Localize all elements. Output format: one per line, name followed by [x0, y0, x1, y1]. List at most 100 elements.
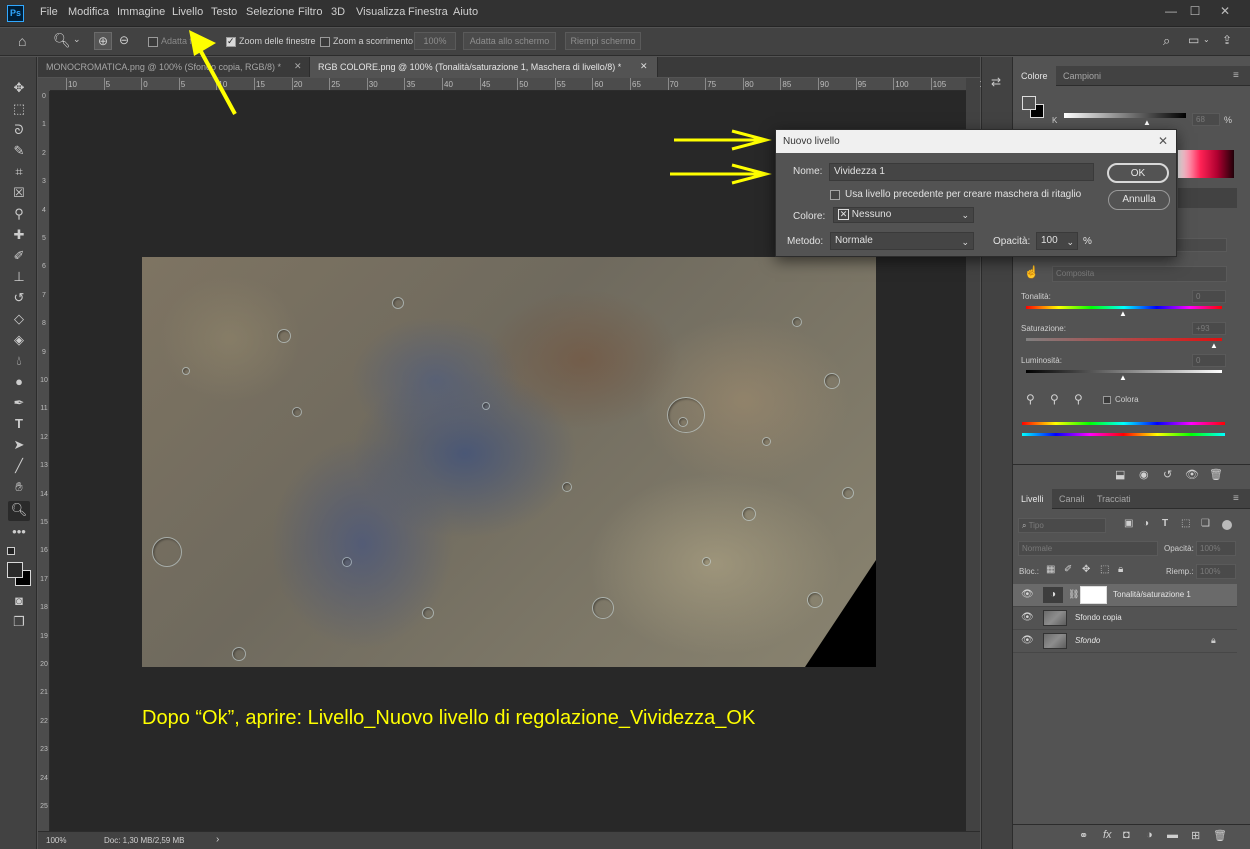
eyedropper-icon[interactable]: ⚲ — [1026, 392, 1035, 406]
filter-type-icon[interactable]: T — [1162, 518, 1168, 529]
lock-position-icon[interactable]: ✥ — [1082, 564, 1090, 575]
fill-screen-button[interactable]: Riempi schermo — [565, 32, 641, 50]
brush-tool-icon[interactable]: ✐ — [10, 247, 28, 265]
add-mask-icon[interactable]: ◘ — [1123, 829, 1130, 841]
link-layers-icon[interactable]: ⚭ — [1079, 829, 1088, 842]
lock-artboard-icon[interactable]: ⬚ — [1100, 564, 1109, 575]
tab-tracciati[interactable]: Tracciati — [1089, 489, 1139, 509]
tab-livelli[interactable]: Livelli — [1013, 489, 1052, 509]
zoom-100-button[interactable]: 100% — [414, 32, 456, 50]
more-tools-icon[interactable]: ••• — [10, 523, 28, 541]
layer-mask-thumbnail[interactable] — [1080, 586, 1107, 604]
layer-filter-select[interactable]: ⌕ Tipo — [1018, 518, 1106, 533]
clip-to-layer-icon[interactable]: ⬓ — [1115, 468, 1125, 481]
status-chevron-icon[interactable]: › — [216, 834, 219, 845]
layer-name[interactable]: Tonalità/saturazione 1 — [1113, 590, 1191, 599]
line-tool-icon[interactable]: ╱ — [10, 457, 28, 475]
filter-toggle[interactable] — [1222, 520, 1232, 530]
screen-mode-icon[interactable]: ❐ — [10, 613, 28, 631]
eye-icon[interactable]: 👁︎ — [1021, 635, 1034, 646]
lightness-slider-handle[interactable]: ▲ — [1119, 373, 1127, 382]
filter-shape-icon[interactable]: ⬚ — [1181, 518, 1190, 529]
lock-all-icon[interactable]: 🔒︎ — [1118, 564, 1123, 575]
menu-immagine[interactable]: Immagine — [117, 6, 165, 18]
targeted-adjustment-icon[interactable]: ☝ — [1024, 265, 1039, 279]
menu-aiuto[interactable]: Aiuto — [453, 6, 478, 18]
k-value-field[interactable]: 68 — [1192, 113, 1220, 126]
chain-link-icon[interactable]: ⛓ — [1068, 589, 1079, 600]
k-slider-handle[interactable]: ▲ — [1143, 118, 1151, 127]
dialog-titlebar[interactable]: Nuovo livello ✕ — [776, 130, 1176, 153]
close-window-button[interactable]: ✕ — [1214, 3, 1236, 19]
new-adjustment-icon[interactable]: ◑ — [1146, 829, 1153, 841]
dodge-tool-icon[interactable]: ● — [10, 373, 28, 391]
fit-screen-button[interactable]: Adatta allo schermo — [463, 32, 556, 50]
blur-tool-icon[interactable]: 💧︎ — [10, 352, 28, 370]
eraser-tool-icon[interactable]: ◇ — [10, 310, 28, 328]
color-select[interactable]: ✕ Nessuno ⌄ — [833, 207, 974, 223]
history-panel-icon[interactable]: ⇄ — [991, 75, 1001, 89]
opacity-field[interactable]: 100% — [1196, 541, 1236, 556]
delete-layer-icon[interactable]: 🗑︎ — [1213, 829, 1227, 842]
home-icon[interactable]: ⌂ — [18, 33, 26, 49]
saturation-slider-handle[interactable]: ▲ — [1210, 341, 1218, 350]
tab-monocromatica[interactable]: MONOCROMATICA.png @ 100% (Sfondo copia, … — [38, 57, 310, 77]
blend-mode-dialog-select[interactable]: Normale ⌄ — [830, 232, 974, 250]
delete-adjustment-icon[interactable]: 🗑︎ — [1209, 468, 1223, 481]
type-tool-icon[interactable]: T — [10, 415, 28, 433]
ok-button[interactable]: OK — [1107, 163, 1169, 183]
saturation-value[interactable]: +93 — [1192, 322, 1226, 335]
frame-tool-icon[interactable]: ☒ — [10, 184, 28, 202]
visibility-icon[interactable]: 👁︎ — [1185, 468, 1199, 481]
filter-pixel-icon[interactable]: ▣ — [1124, 518, 1133, 529]
eyedropper-tool-icon[interactable]: ⚲ — [10, 205, 28, 223]
layer-row[interactable]: 👁︎ Sfondo 🔒︎ — [1013, 630, 1237, 653]
new-group-icon[interactable]: ▬ — [1167, 829, 1178, 841]
workspace-icon[interactable]: ▭ — [1188, 33, 1199, 47]
clone-stamp-tool-icon[interactable]: ⊥ — [10, 268, 28, 286]
zoom-tool-active-icon[interactable]: 🔍︎ — [8, 501, 30, 521]
quick-mask-icon[interactable]: ◙ — [10, 592, 28, 610]
quick-selection-tool-icon[interactable]: ✎ — [10, 142, 28, 160]
dialog-close-icon[interactable]: ✕ — [1158, 134, 1168, 148]
tab-canali[interactable]: Canali — [1051, 489, 1093, 509]
close-tab-icon[interactable]: ✕ — [640, 61, 648, 72]
zoom-level-readout[interactable]: 100% — [46, 836, 66, 845]
search-icon[interactable]: ⌕ — [1163, 33, 1170, 49]
hue-slider-handle[interactable]: ▲ — [1119, 309, 1127, 318]
menu-finestra[interactable]: Finestra — [408, 6, 448, 18]
view-previous-icon[interactable]: ◉ — [1139, 468, 1149, 481]
foreground-color-swatch[interactable] — [7, 562, 23, 578]
chevron-down-icon[interactable]: ⌄ — [73, 34, 81, 45]
filter-adjustment-icon[interactable]: ◑ — [1143, 518, 1149, 529]
tab-rgb-colore[interactable]: RGB COLORE.png @ 100% (Tonalità/saturazi… — [310, 57, 658, 77]
layers-panel-menu-icon[interactable]: ≡ — [1233, 493, 1239, 504]
crop-tool-icon[interactable]: ⌗ — [10, 163, 28, 181]
clipping-mask-checkbox[interactable] — [830, 190, 840, 200]
k-slider[interactable] — [1064, 113, 1186, 118]
new-layer-icon[interactable]: ⊞ — [1191, 829, 1200, 842]
color-spectrum[interactable] — [1178, 150, 1234, 178]
layer-row[interactable]: 👁︎ ◑ ⛓ Tonalità/saturazione 1 — [1013, 584, 1237, 607]
cancel-button[interactable]: Annulla — [1108, 190, 1170, 210]
color-fg-swatch[interactable] — [1022, 96, 1036, 110]
zoom-in-icon[interactable]: ⊕ — [94, 32, 112, 50]
layer-name[interactable]: Sfondo copia — [1075, 613, 1122, 622]
minimize-button[interactable]: — — [1160, 3, 1182, 19]
workspace-chevron-icon[interactable]: ⌄ — [1203, 35, 1210, 44]
tab-colore[interactable]: Colore — [1013, 66, 1056, 86]
menu-visualizza[interactable]: Visualizza — [356, 6, 405, 18]
lasso-tool-icon[interactable]: ᘐ — [10, 121, 28, 139]
panel-menu-icon[interactable]: ≡ — [1233, 70, 1239, 81]
maximize-button[interactable]: ☐ — [1184, 3, 1206, 19]
menu-file[interactable]: File — [40, 6, 58, 18]
default-colors-icon[interactable] — [7, 547, 15, 555]
share-icon[interactable]: ⇪ — [1222, 33, 1232, 47]
healing-brush-tool-icon[interactable]: ✚ — [10, 226, 28, 244]
layer-name[interactable]: Sfondo — [1075, 636, 1100, 645]
lock-image-icon[interactable]: ✐ — [1064, 564, 1072, 575]
menu-selezione[interactable]: Selezione — [246, 6, 294, 18]
history-brush-tool-icon[interactable]: ↺ — [10, 289, 28, 307]
saturation-slider[interactable] — [1026, 338, 1222, 341]
hand-tool-icon[interactable]: ✋︎ — [10, 478, 28, 496]
